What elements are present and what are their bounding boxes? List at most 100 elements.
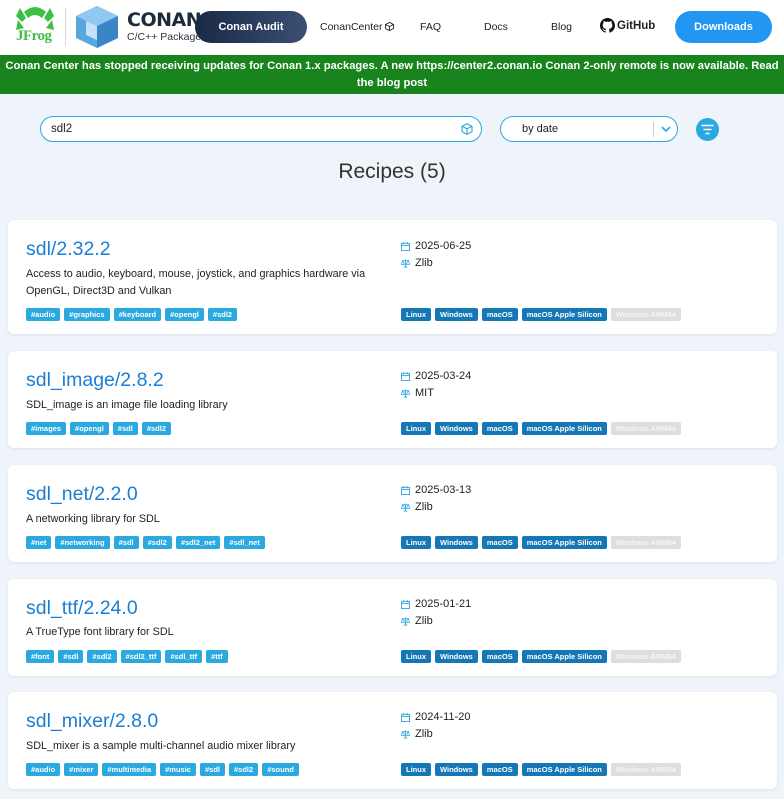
tag-badge[interactable]: #sdl2 (207, 308, 238, 321)
nav-docs[interactable]: Docs (484, 21, 508, 33)
tag-badge[interactable]: #sdl2 (142, 536, 172, 549)
calendar-icon (401, 241, 410, 251)
tag-badge[interactable]: #networking (55, 536, 110, 549)
calendar-icon (401, 712, 410, 722)
tag-badge[interactable]: #sdl2 (229, 763, 259, 776)
platform-badge: macOS (481, 536, 518, 549)
recipe-description: Access to audio, keyboard, mouse, joysti… (26, 268, 366, 297)
recipe-description: SDL_mixer is a sample multi-channel audi… (26, 740, 296, 752)
filter-button[interactable] (696, 118, 719, 141)
tag-badge[interactable]: #sdl2_ttf (120, 650, 162, 663)
calendar-icon (401, 485, 410, 495)
platform-badge: macOS (481, 308, 518, 321)
platform-badge: Windows ARM64 (610, 308, 681, 321)
recipe-name-link[interactable]: sdl/2.32.2 (26, 238, 111, 261)
recipe-card[interactable]: sdl_ttf/2.24.0 A TrueType font library f… (8, 579, 777, 676)
recipe-card[interactable]: sdl_net/2.2.0 A networking library for S… (8, 465, 777, 562)
platform-badge: macOS Apple Silicon (521, 422, 607, 435)
tag-badge[interactable]: #font (26, 650, 55, 663)
tag-badge[interactable]: #opengl (165, 308, 204, 321)
recipe-name-link[interactable]: sdl_ttf/2.24.0 (26, 597, 138, 620)
tag-badge[interactable]: #sdl2 (87, 650, 117, 663)
recipe-tags: #images #opengl #sdl #sdl2 (26, 422, 171, 435)
chevron-down-icon[interactable] (661, 125, 671, 133)
recipe-date: 2025-03-13 (401, 484, 471, 496)
platform-badge: Linux (401, 308, 431, 321)
tag-badge[interactable]: #net (26, 536, 52, 549)
scale-icon (401, 258, 410, 268)
sort-select[interactable]: by date (500, 116, 678, 142)
tag-badge[interactable]: #sdl (58, 650, 84, 663)
tag-badge[interactable]: #graphics (64, 308, 110, 321)
recipe-date: 2025-03-24 (401, 370, 471, 382)
search-box (40, 116, 482, 142)
tag-badge[interactable]: #multimedia (102, 763, 157, 776)
recipe-card[interactable]: sdl/2.32.2 Access to audio, keyboard, mo… (8, 220, 777, 334)
tag-badge[interactable]: #images (26, 422, 67, 435)
recipe-tags: #audio #graphics #keyboard #opengl #sdl2 (26, 308, 238, 321)
downloads-button[interactable]: Downloads (675, 11, 772, 43)
calendar-icon (401, 599, 410, 609)
recipe-tags: #audio #mixer #multimedia #music #sdl #s… (26, 763, 299, 776)
tag-badge[interactable]: #sdl (199, 763, 225, 776)
jfrog-logo-text: JFrog (16, 28, 52, 44)
recipe-license-value: MIT (415, 387, 434, 399)
conan-cube-logo-icon[interactable] (74, 4, 120, 50)
recipe-date-value: 2025-06-25 (415, 240, 472, 252)
recipe-date-value: 2025-01-21 (415, 598, 472, 610)
deprecation-banner[interactable]: Conan Center has stopped receiving updat… (0, 55, 784, 94)
tag-badge[interactable]: #audio (26, 308, 61, 321)
tag-badge[interactable]: #sdl (112, 422, 138, 435)
recipe-name-link[interactable]: sdl_net/2.2.0 (26, 483, 138, 506)
recipe-card[interactable]: sdl_mixer/2.8.0 SDL_mixer is a sample mu… (8, 692, 777, 789)
tag-badge[interactable]: #sdl_net (224, 536, 265, 549)
platform-badge: Linux (401, 536, 431, 549)
tag-badge[interactable]: #sdl (113, 536, 139, 549)
recipe-card[interactable]: sdl_image/2.8.2 SDL_image is an image fi… (8, 351, 777, 448)
nav-github[interactable]: GitHub (600, 18, 655, 33)
recipe-license-value: Zlib (415, 728, 433, 740)
tag-badge[interactable]: #sdl2 (141, 422, 171, 435)
recipe-license-value: Zlib (415, 615, 433, 627)
cube-search-icon[interactable] (461, 123, 473, 135)
tag-badge[interactable]: #mixer (64, 763, 99, 776)
nav-blog[interactable]: Blog (551, 21, 572, 33)
platform-badge: macOS Apple Silicon (521, 536, 607, 549)
tag-badge[interactable]: #sound (262, 763, 299, 776)
tag-badge[interactable]: #sdl_ttf (165, 650, 203, 663)
tag-badge[interactable]: #sdl2_net (175, 536, 221, 549)
platform-badge: Windows (435, 308, 478, 321)
cube-icon (385, 21, 395, 32)
search-input[interactable] (51, 121, 451, 137)
recipe-license: Zlib (401, 257, 433, 269)
recipe-license: Zlib (401, 615, 433, 627)
tag-badge[interactable]: #opengl (70, 422, 109, 435)
nav-conancenter[interactable]: ConanCenter (320, 21, 395, 33)
recipe-description: A TrueType font library for SDL (26, 626, 174, 638)
scale-icon (401, 388, 410, 398)
platform-badge: Windows ARM64 (610, 763, 681, 776)
nav-conancenter-label: ConanCenter (320, 21, 383, 33)
recipes-heading: Recipes (5) (338, 160, 446, 183)
tag-badge[interactable]: #music (160, 763, 196, 776)
scale-icon (401, 729, 410, 739)
platform-badge: Windows ARM64 (610, 422, 681, 435)
sort-selected-value: by date (522, 123, 559, 135)
nav-faq[interactable]: FAQ (420, 21, 441, 33)
platform-badge: Windows ARM64 (610, 536, 681, 549)
tag-badge[interactable]: #keyboard (113, 308, 162, 321)
conan-title: CONAN (127, 9, 202, 31)
platform-badge: macOS (481, 650, 518, 663)
recipe-name-link[interactable]: sdl_mixer/2.8.0 (26, 710, 158, 733)
platform-badge: macOS (481, 763, 518, 776)
recipe-name-link[interactable]: sdl_image/2.8.2 (26, 369, 164, 392)
tag-badge[interactable]: #ttf (206, 650, 228, 663)
nav-github-label: GitHub (617, 19, 656, 32)
recipe-date-value: 2024-11-20 (415, 711, 471, 723)
recipe-tags: #net #networking #sdl #sdl2 #sdl2_net #s… (26, 536, 265, 549)
recipe-description: SDL_image is an image file loading libra… (26, 399, 228, 411)
platform-badges: Linux Windows macOS macOS Apple Silicon … (401, 650, 681, 663)
conan-audit-button[interactable]: Conan Audit (195, 11, 307, 43)
tag-badge[interactable]: #audio (26, 763, 61, 776)
platform-badges: Linux Windows macOS macOS Apple Silicon … (401, 308, 681, 321)
